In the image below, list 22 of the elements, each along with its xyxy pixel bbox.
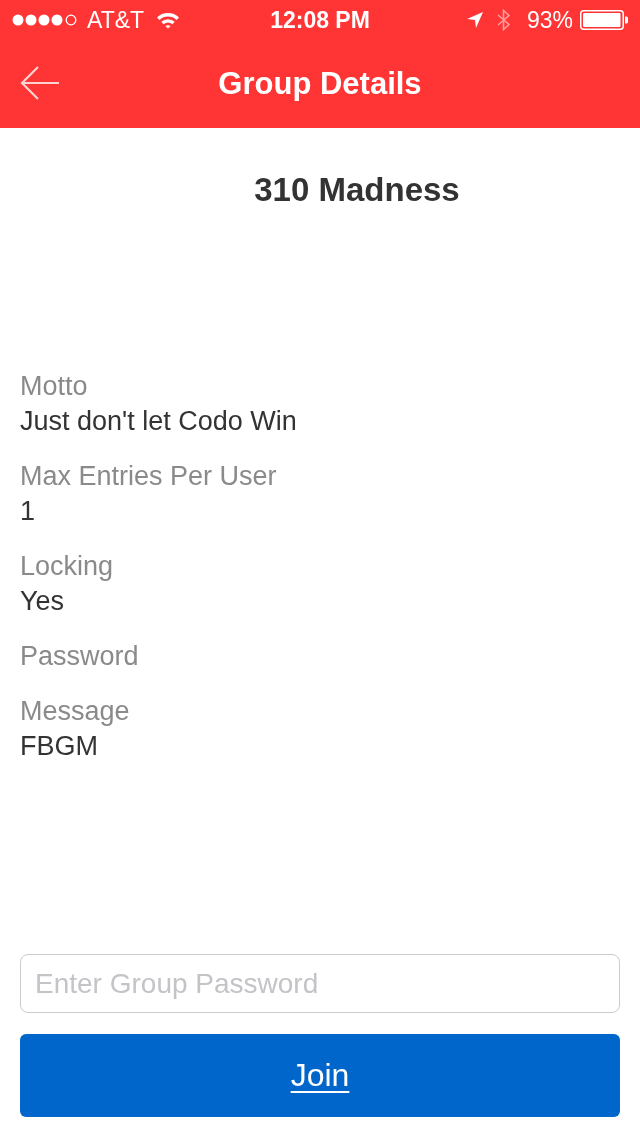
field-label: Motto bbox=[20, 370, 88, 403]
field-label: Locking bbox=[20, 550, 114, 583]
back-arrow-icon[interactable] bbox=[20, 66, 60, 100]
battery-icon bbox=[580, 10, 628, 30]
field-value: 1 bbox=[20, 495, 36, 528]
field-value: FBGM bbox=[20, 730, 98, 763]
signal-strength-icon bbox=[12, 14, 78, 26]
status-time: 12:08 PM bbox=[270, 6, 370, 34]
carrier-name: AT&T bbox=[87, 6, 145, 34]
field-label: Max Entries Per User bbox=[20, 460, 277, 493]
battery-percent: 93% bbox=[526, 6, 573, 34]
field-label: Message bbox=[20, 695, 130, 728]
wifi-icon bbox=[156, 11, 181, 29]
location-arrow-icon bbox=[466, 12, 483, 28]
screen-title: Group Details bbox=[218, 66, 422, 102]
bluetooth-icon bbox=[496, 9, 511, 31]
field-label: Password bbox=[20, 640, 139, 673]
group-name: 310 Madness bbox=[254, 170, 460, 210]
field-value: Just don't let Codo Win bbox=[20, 405, 297, 438]
password-field[interactable]: Enter Group Password bbox=[20, 954, 620, 1013]
field-value: Yes bbox=[20, 585, 65, 618]
join-button[interactable]: Join bbox=[20, 1034, 620, 1117]
